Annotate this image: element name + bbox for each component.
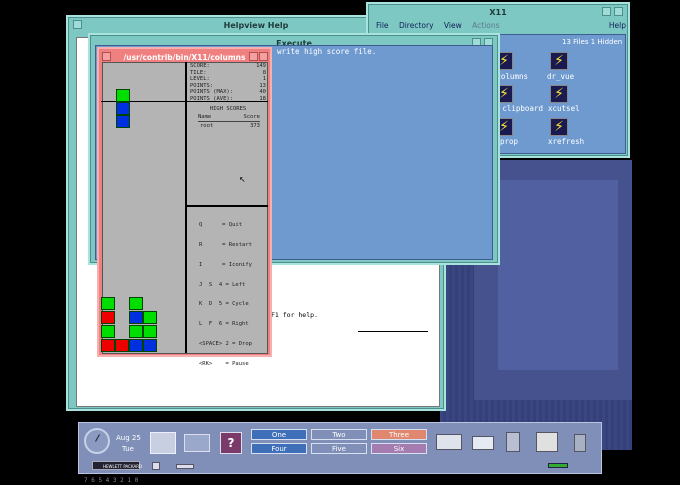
lightning-icon[interactable]: ⚡ — [550, 118, 568, 136]
gem-green — [129, 297, 143, 310]
style-manager-icon[interactable] — [536, 432, 558, 452]
stat-row: POINTS: 13 — [190, 82, 266, 89]
workspace-button-six[interactable]: Six — [371, 443, 427, 454]
columns-title: /usr/contrib/bin/X11/columns — [123, 53, 246, 62]
workspace-button-two[interactable]: Two — [311, 429, 367, 440]
busy-indicator — [176, 464, 194, 469]
x11-maximize-button[interactable] — [614, 7, 623, 16]
workspace-button-four[interactable]: Four — [251, 443, 307, 454]
stat-row: LEVEL: 1 — [190, 76, 266, 83]
stat-row: TILE: 8 — [190, 69, 266, 76]
mouse-pointer-icon: ↖ — [239, 175, 246, 184]
menu-help[interactable]: Help — [609, 21, 626, 30]
clock-icon[interactable] — [84, 428, 110, 454]
key-help-row: <SPACE> 2 = Drop — [199, 340, 252, 347]
file-xrefresh[interactable]: xrefresh — [548, 137, 584, 146]
hs-header-score: Score — [243, 114, 260, 120]
stat-row: POINTS (MAX): 40 — [190, 89, 266, 96]
gem-green — [143, 325, 157, 338]
falling-gem-blue — [116, 115, 130, 128]
playfield-top-line — [101, 101, 186, 102]
workspace-button-one[interactable]: One — [251, 429, 307, 440]
hp-logo: HEWLETT PACKARD — [92, 461, 143, 470]
helpview-help-text: F1 for help. — [271, 311, 318, 319]
gem-blue — [129, 339, 143, 352]
load-meter-icon[interactable] — [150, 432, 176, 454]
file-dr-vue[interactable]: dr_vue — [547, 72, 574, 81]
menu-view[interactable]: View — [444, 21, 462, 30]
key-help-row: R = Restart — [199, 241, 252, 248]
trash-icon[interactable] — [574, 434, 586, 452]
stats-panel: SCORE: 149 TILE: 8 LEVEL: 1 POINTS: 13 POINT… — [190, 63, 266, 103]
key-help-row: J S 4 = Left — [199, 281, 246, 288]
key-help-row: Q = Quit — [199, 222, 243, 229]
x11-minimize-button[interactable] — [602, 7, 611, 16]
printer-icon[interactable] — [436, 434, 462, 450]
help-manager-icon[interactable]: ? — [220, 432, 242, 454]
gem-green — [129, 325, 143, 338]
gem-green — [143, 311, 157, 324]
hs-header-name: Name — [198, 114, 212, 120]
keys-divider — [187, 205, 268, 207]
lightning-icon[interactable]: ⚡ — [550, 52, 568, 70]
lightning-icon[interactable]: ⚡ — [550, 85, 568, 103]
x11-titlebar[interactable]: X11 — [372, 7, 624, 19]
hs-header-underline — [198, 121, 260, 122]
hp-brand: HEWLETT PACKARD — [103, 464, 143, 469]
x11-title: X11 — [489, 8, 507, 17]
gem-red — [101, 311, 115, 324]
falling-gem-blue — [116, 102, 130, 115]
key-help-list: Q = Quit R = Restart I = Iconify J S 4 =… — [199, 209, 252, 374]
helpview-title: Helpview Help — [223, 21, 289, 30]
file-xcutsel[interactable]: xcutsel — [548, 104, 580, 113]
columns-menu-button[interactable] — [102, 52, 111, 61]
key-help-row: K D 5 = Cycle — [199, 301, 249, 308]
execute-message: write high score file. — [277, 47, 377, 56]
workspace-button-five[interactable]: Five — [311, 443, 367, 454]
menu-file[interactable]: File — [376, 21, 389, 30]
gem-red — [101, 339, 115, 352]
mail-icon[interactable] — [472, 436, 494, 450]
gem-blue — [129, 311, 143, 324]
falling-gem-green — [116, 89, 130, 102]
columns-maximize-button[interactable] — [259, 52, 268, 61]
date-label: Aug 25 — [116, 434, 141, 442]
tools-icon[interactable] — [184, 434, 210, 452]
taskbar-strip: 7 6 5 4 3 2 1 0 — [84, 477, 139, 484]
x11-count-label: 13 Files 1 Hidden — [562, 38, 623, 46]
hs-row-name: root — [200, 123, 214, 129]
window-menu-button[interactable] — [73, 20, 82, 29]
highscores-title: HIGH SCORES — [209, 106, 247, 112]
day-label: Tue — [122, 445, 134, 453]
exit-indicator — [548, 463, 568, 468]
gem-green — [101, 325, 115, 338]
workspace-button-three[interactable]: Three — [371, 429, 427, 440]
columns-minimize-button[interactable] — [249, 52, 258, 61]
desktop-backdrop-center — [498, 180, 618, 370]
terminal-icon[interactable] — [506, 432, 520, 452]
stat-row: SCORE: 149 — [190, 63, 266, 69]
key-help-row: I = Iconify — [199, 261, 252, 268]
helpview-input-line — [358, 331, 428, 332]
key-help-row: L F 6 = Right — [199, 321, 249, 328]
x11-menubar: File Directory View Actions Help — [376, 21, 626, 32]
key-help-row: <RK> = Pause — [199, 360, 249, 367]
hs-row-score: 373 — [250, 123, 260, 129]
table-row: root 373 — [200, 123, 260, 130]
gem-green — [101, 297, 115, 310]
lock-icon[interactable] — [152, 462, 160, 470]
gem-red — [115, 339, 129, 352]
stat-row: POINTS (AVE): 18 — [190, 95, 266, 102]
menu-directory[interactable]: Directory — [399, 21, 434, 30]
playfield-right-wall — [185, 62, 187, 353]
gem-blue — [143, 339, 157, 352]
menu-actions[interactable]: Actions — [472, 21, 499, 30]
highscores-headers: Name Score — [198, 114, 260, 121]
